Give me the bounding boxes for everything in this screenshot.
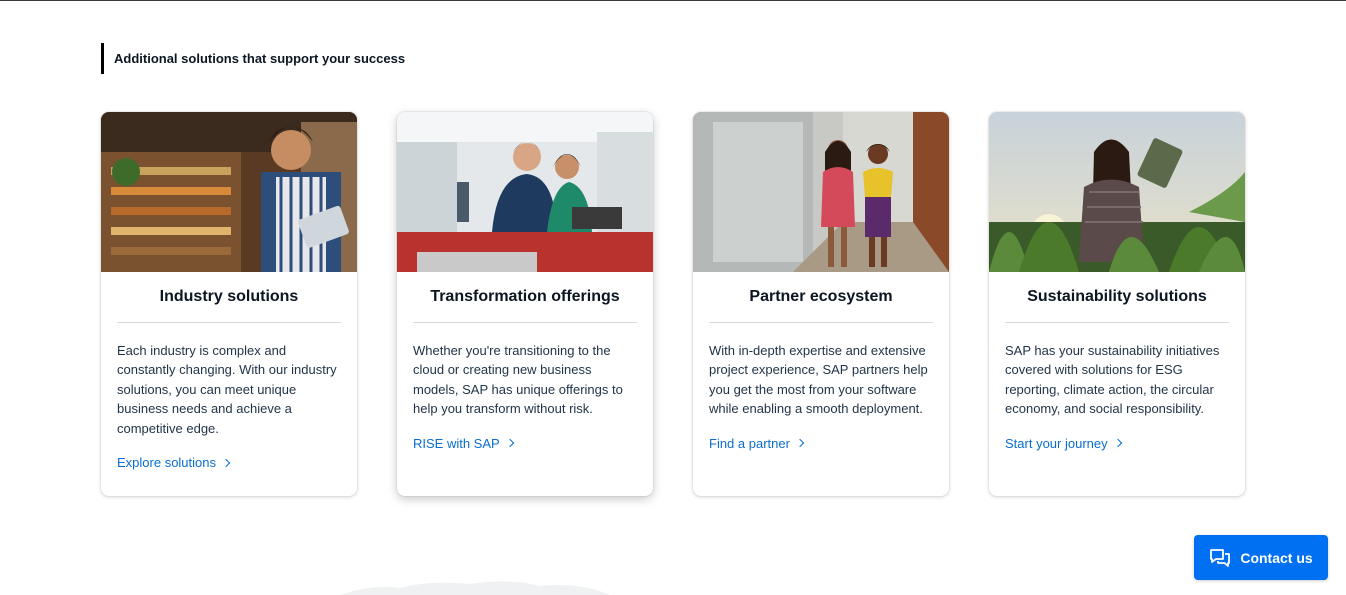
explore-solutions-link[interactable]: Explore solutions [117,455,231,471]
section-heading-text: Additional solutions that support your s… [114,51,406,66]
card-title: Industry solutions [117,272,341,323]
card-image-industry [101,112,357,272]
chevron-right-icon [1113,438,1122,448]
card-description: SAP has your sustainability initiatives … [1005,343,1220,417]
chat-bubbles-icon [1210,548,1231,567]
card-image-partner [693,112,949,272]
card-image-transformation [397,112,653,272]
card-image-sustainability [989,112,1245,272]
contact-us-button[interactable]: Contact us [1194,535,1328,580]
card-partner-ecosystem[interactable]: Partner ecosystem With in-depth expertis… [693,112,949,496]
link-label: Find a partner [709,435,790,451]
card-title: Partner ecosystem [709,272,933,323]
card-sustainability-solutions[interactable]: Sustainability solutions SAP has your su… [989,112,1245,496]
solutions-card-list: Industry solutions Each industry is comp… [101,112,1245,496]
rise-with-sap-link[interactable]: RISE with SAP [413,435,514,451]
card-transformation-offerings[interactable]: Transformation offerings Whether you're … [397,112,653,496]
start-your-journey-link[interactable]: Start your journey [1005,435,1122,451]
link-label: Start your journey [1005,435,1108,451]
world-map-fragment [340,581,610,595]
link-label: Explore solutions [117,455,216,471]
card-title: Sustainability solutions [1005,272,1229,323]
card-description: Each industry is complex and constantly … [117,343,337,436]
card-description: With in-depth expertise and extensive pr… [709,343,928,417]
chevron-right-icon [221,458,231,467]
card-title: Transformation offerings [413,272,637,323]
card-industry-solutions[interactable]: Industry solutions Each industry is comp… [101,112,357,496]
chevron-right-icon [505,438,514,448]
contact-us-label: Contact us [1240,549,1313,566]
link-label: RISE with SAP [413,435,500,451]
find-a-partner-link[interactable]: Find a partner [709,435,805,451]
card-description: Whether you're transitioning to the clou… [413,343,623,417]
top-divider [0,0,1346,1]
chevron-right-icon [795,438,805,448]
section-heading: Additional solutions that support your s… [101,43,405,74]
